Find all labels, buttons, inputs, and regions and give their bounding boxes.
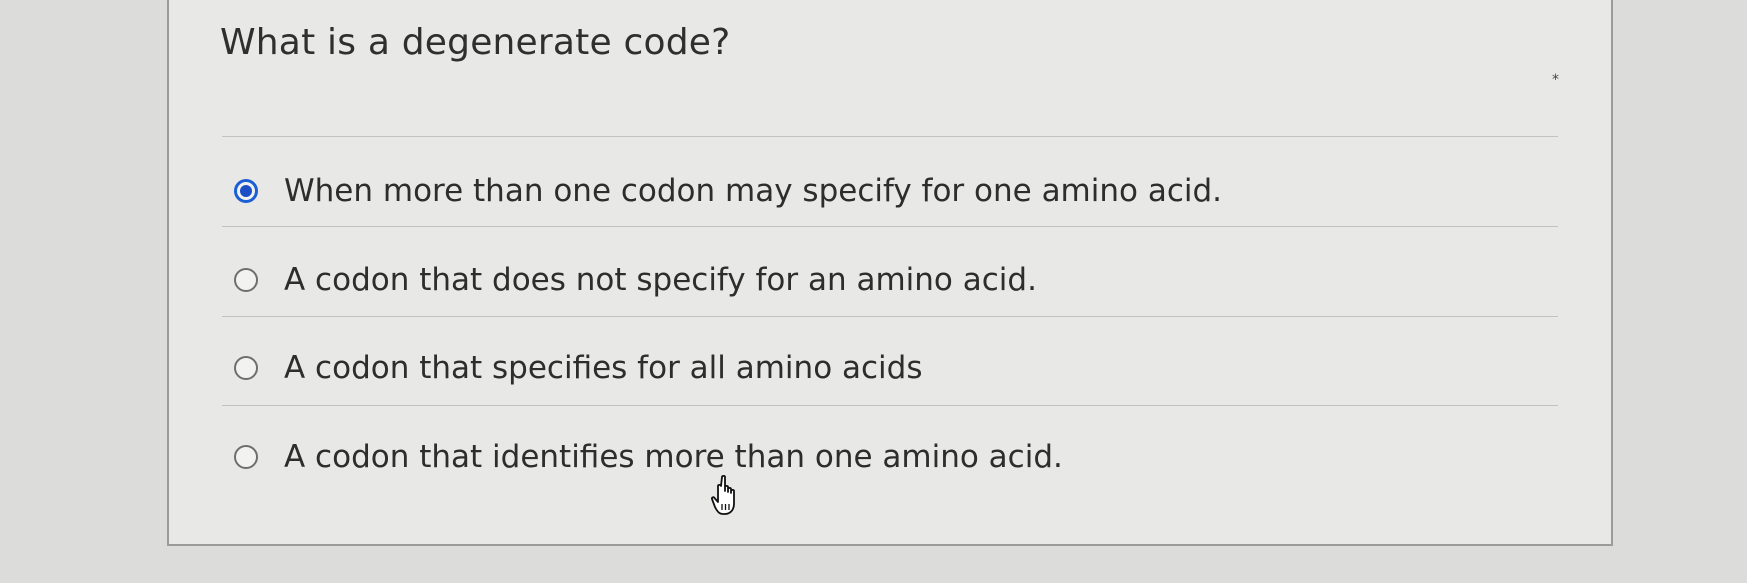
answer-option-label: A codon that does not specify for an ami… bbox=[284, 262, 1037, 298]
divider bbox=[222, 316, 1558, 317]
answer-option-label: A codon that identifies more than one am… bbox=[284, 439, 1063, 475]
question-title: What is a degenerate code? bbox=[220, 22, 731, 63]
divider bbox=[222, 136, 1558, 137]
corner-mark: * bbox=[1552, 72, 1559, 88]
hand-pointer-icon bbox=[711, 474, 735, 515]
answer-option-3[interactable]: A codon that specifies for all amino aci… bbox=[234, 343, 923, 393]
answer-option-1[interactable]: When more than one codon may specify for… bbox=[234, 166, 1222, 216]
radio-button-selected[interactable] bbox=[234, 179, 258, 203]
divider bbox=[222, 226, 1558, 227]
answer-option-2[interactable]: A codon that does not specify for an ami… bbox=[234, 255, 1037, 305]
answer-option-label: A codon that specifies for all amino aci… bbox=[284, 350, 923, 386]
radio-button[interactable] bbox=[234, 445, 258, 469]
answer-option-4[interactable]: A codon that identifies more than one am… bbox=[234, 432, 1063, 482]
answer-option-label: When more than one codon may specify for… bbox=[284, 173, 1223, 209]
radio-button[interactable] bbox=[234, 356, 258, 380]
radio-button[interactable] bbox=[234, 268, 258, 292]
divider bbox=[222, 405, 1558, 406]
